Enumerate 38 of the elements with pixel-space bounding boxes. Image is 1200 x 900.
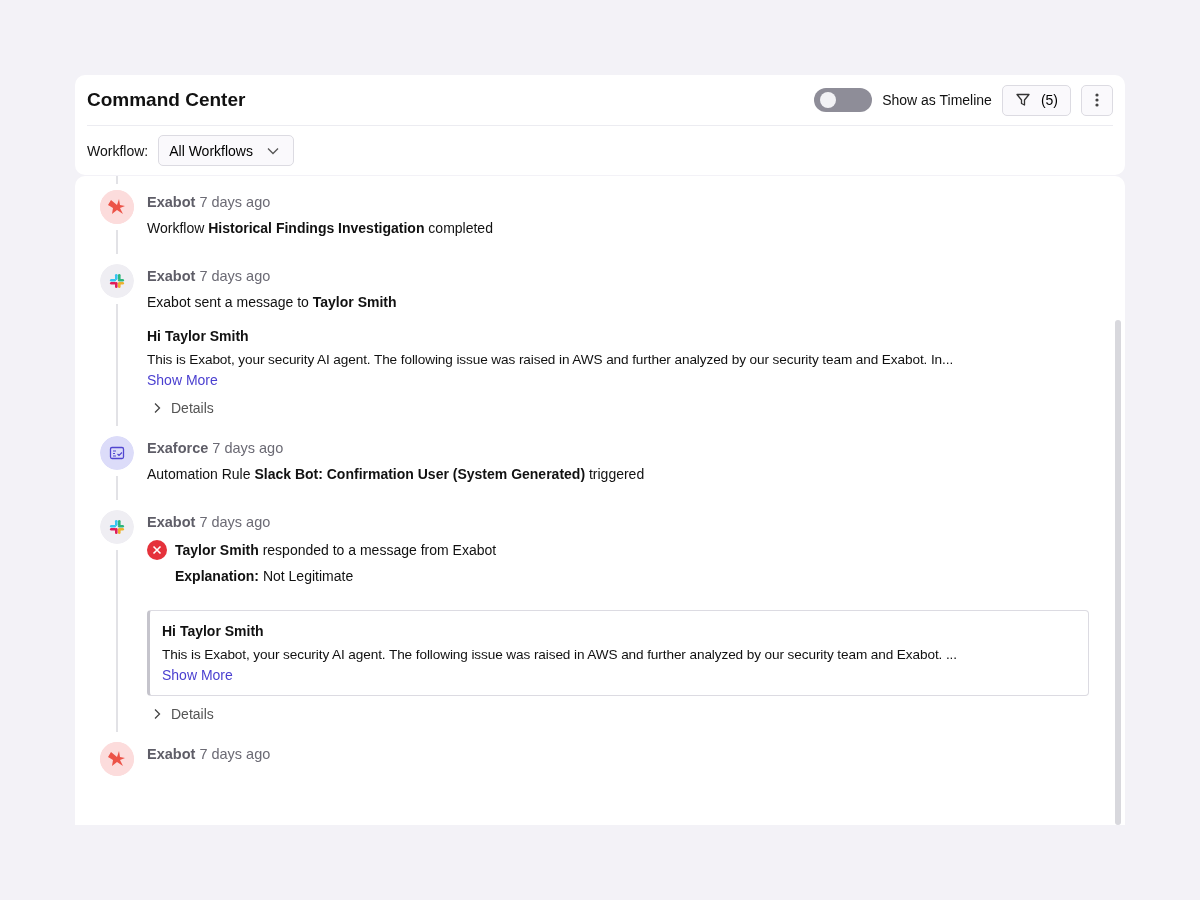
event-time: 7 days ago bbox=[199, 194, 271, 210]
hash-logo-icon bbox=[100, 510, 134, 544]
checklist-icon bbox=[100, 436, 134, 470]
show-more-link[interactable]: Show More bbox=[147, 372, 218, 388]
event-actor: Exabot bbox=[147, 194, 196, 210]
show-more-link[interactable]: Show More bbox=[162, 667, 233, 683]
hash-logo-icon bbox=[100, 264, 134, 298]
event-description: Workflow Historical Findings Investigation completed bbox=[147, 219, 494, 238]
details-toggle[interactable]: Details bbox=[147, 400, 214, 416]
scrollbar[interactable] bbox=[1115, 320, 1121, 825]
event-time: 7 days ago bbox=[212, 440, 284, 456]
explanation-text: Explanation: Not Legitimate bbox=[175, 567, 355, 586]
message-title: Hi Taylor Smith bbox=[147, 327, 250, 346]
workflow-label: Workflow: bbox=[87, 142, 149, 159]
filter-button[interactable]: (5) bbox=[1001, 84, 1071, 116]
event-time: 7 days ago bbox=[199, 746, 271, 762]
page-title: Command Center bbox=[87, 89, 246, 111]
event-description: Automation Rule Slack Bot: Confirmation User (System Generated) triggered bbox=[147, 465, 646, 484]
event-time: 7 days ago bbox=[199, 268, 271, 284]
event-description: Exabot sent a message to Taylor Smith bbox=[147, 293, 398, 312]
more-button[interactable] bbox=[1081, 84, 1113, 116]
toggle-label: Show as Timeline bbox=[882, 92, 992, 108]
response-text: Taylor Smith responded to a message from Exabot bbox=[175, 541, 497, 560]
error-icon bbox=[147, 540, 167, 560]
event-actor: Exabot bbox=[147, 514, 196, 530]
details-toggle[interactable]: Details bbox=[147, 706, 214, 722]
event-actor: Exabot bbox=[147, 746, 196, 762]
event-time: 7 days ago bbox=[199, 514, 271, 530]
more-icon bbox=[1095, 92, 1099, 108]
event-actor: Exaforce bbox=[147, 440, 209, 456]
chevron-down-icon bbox=[266, 146, 279, 155]
workflow-dropdown[interactable]: All Workflows bbox=[158, 135, 294, 166]
message-title: Hi Taylor Smith bbox=[162, 622, 265, 641]
message-body: This is Exabot, your security AI agent. The following issue was raised in AWS and further analyzed by our security team and Exabot. In... bbox=[147, 351, 955, 369]
timeline-toggle[interactable] bbox=[814, 88, 873, 112]
message-body: This is Exabot, your security AI agent. The following issue was raised in AWS and further analyzed by our security team and Exabot. ... bbox=[162, 646, 958, 664]
event-actor: Exabot bbox=[147, 268, 196, 284]
filter-icon bbox=[1014, 92, 1031, 108]
